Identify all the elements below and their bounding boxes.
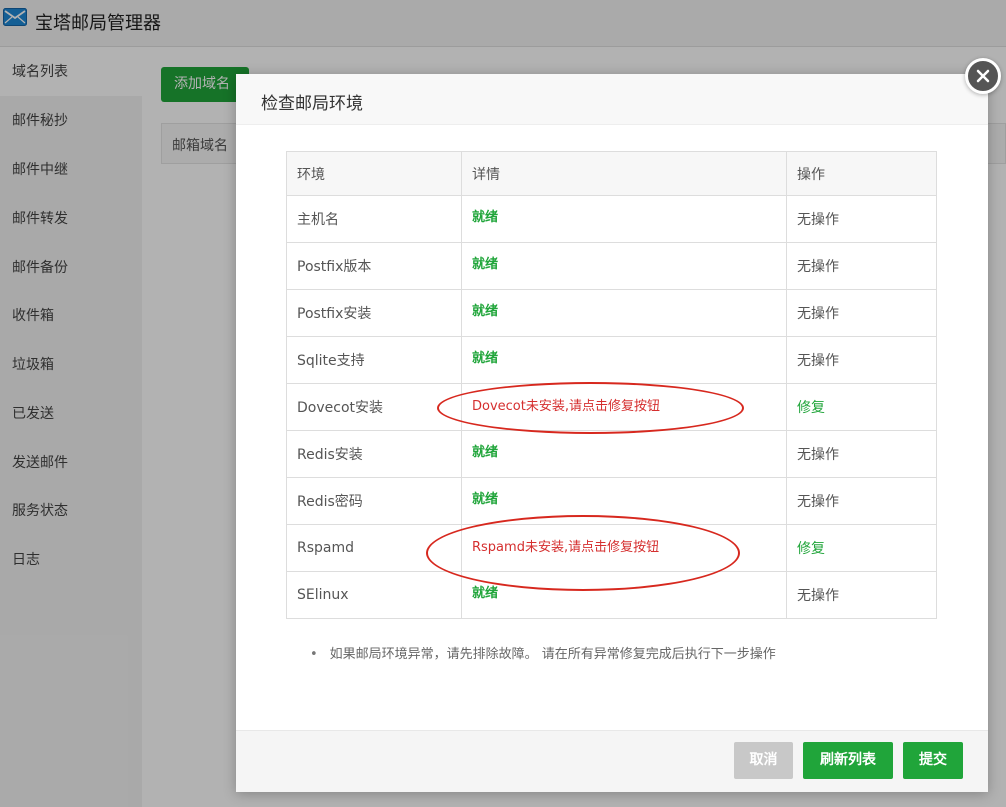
- env-detail: Dovecot未安装,请点击修复按钮: [461, 383, 787, 431]
- env-detail: 就绪: [461, 242, 787, 290]
- env-name: Postfix版本: [286, 242, 462, 290]
- env-action: 无操作: [786, 242, 937, 290]
- env-name: Dovecot安装: [286, 383, 462, 431]
- env-name: Redis密码: [286, 477, 462, 525]
- close-modal-button[interactable]: [965, 58, 1001, 94]
- table-row: Redis密码 就绪 无操作: [286, 477, 937, 525]
- env-name: 主机名: [286, 195, 462, 243]
- fix-dovecot-link[interactable]: 修复: [797, 400, 825, 416]
- table-row: 主机名 就绪 无操作: [286, 195, 937, 243]
- modal-title: 检查邮局环境: [261, 94, 363, 114]
- cancel-button[interactable]: 取消: [734, 742, 793, 779]
- status-ready: 就绪: [472, 491, 499, 507]
- status-ready: 就绪: [472, 444, 499, 460]
- modal-header: 检查邮局环境: [236, 74, 988, 125]
- column-header-env: 环境: [286, 151, 462, 196]
- env-detail: Rspamd未安装,请点击修复按钮: [461, 524, 787, 572]
- help-note: 如果邮局环境异常，请先排除故障。 请在所有异常修复完成后执行下一步操作: [310, 643, 776, 662]
- env-name: Rspamd: [286, 524, 462, 572]
- env-action: 无操作: [786, 195, 937, 243]
- table-row: Redis安装 就绪 无操作: [286, 430, 937, 478]
- status-ready: 就绪: [472, 209, 499, 225]
- table-row: SElinux 就绪 无操作: [286, 571, 937, 619]
- table-row: Rspamd Rspamd未安装,请点击修复按钮 修复: [286, 524, 937, 572]
- env-action: 无操作: [786, 571, 937, 619]
- submit-button[interactable]: 提交: [903, 742, 963, 779]
- table-row: Sqlite支持 就绪 无操作: [286, 336, 937, 384]
- env-action: 无操作: [786, 477, 937, 525]
- env-detail: 就绪: [461, 477, 787, 525]
- env-name: Sqlite支持: [286, 336, 462, 384]
- column-header-action: 操作: [786, 151, 937, 196]
- env-detail: 就绪: [461, 571, 787, 619]
- fix-rspamd-link[interactable]: 修复: [797, 541, 825, 557]
- env-detail: 就绪: [461, 430, 787, 478]
- env-action: 无操作: [786, 289, 937, 337]
- env-action: 无操作: [786, 336, 937, 384]
- modal-footer: 取消 刷新列表 提交: [236, 730, 988, 792]
- env-name: SElinux: [286, 571, 462, 619]
- column-header-detail: 详情: [461, 151, 787, 196]
- table-row: Postfix安装 就绪 无操作: [286, 289, 937, 337]
- env-action: 修复: [786, 524, 937, 572]
- table-row: Dovecot安装 Dovecot未安装,请点击修复按钮 修复: [286, 383, 937, 431]
- check-env-modal: 检查邮局环境 环境 详情 操作 主机名 就绪 无操作 Postfix版本 就绪 …: [236, 74, 988, 792]
- status-ready: 就绪: [472, 303, 499, 319]
- env-table: 环境 详情 操作 主机名 就绪 无操作 Postfix版本 就绪 无操作 Pos…: [286, 151, 937, 619]
- close-icon: [976, 69, 990, 83]
- status-error: Rspamd未安装,请点击修复按钮: [472, 539, 660, 555]
- env-action: 修复: [786, 383, 937, 431]
- refresh-list-button[interactable]: 刷新列表: [803, 742, 893, 779]
- status-ready: 就绪: [472, 585, 499, 601]
- table-header-row: 环境 详情 操作: [286, 151, 937, 196]
- env-action: 无操作: [786, 430, 937, 478]
- env-detail: 就绪: [461, 336, 787, 384]
- status-ready: 就绪: [472, 350, 499, 366]
- table-row: Postfix版本 就绪 无操作: [286, 242, 937, 290]
- status-ready: 就绪: [472, 256, 499, 272]
- env-name: Postfix安装: [286, 289, 462, 337]
- status-error: Dovecot未安装,请点击修复按钮: [472, 398, 660, 414]
- env-detail: 就绪: [461, 289, 787, 337]
- env-detail: 就绪: [461, 195, 787, 243]
- env-name: Redis安装: [286, 430, 462, 478]
